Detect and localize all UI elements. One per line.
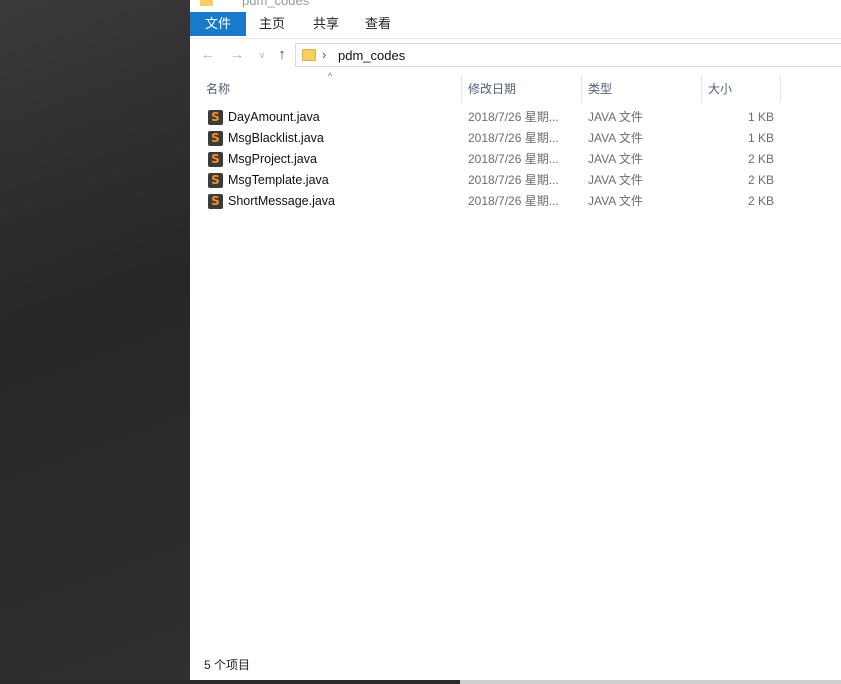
file-row[interactable]: MsgBlacklist.java 2018/7/26 星期... JAVA 文… (200, 128, 781, 149)
chevron-down-icon[interactable]: ∨ (252, 45, 272, 65)
file-list: DayAmount.java 2018/7/26 星期... JAVA 文件 1… (200, 107, 781, 212)
java-file-icon (208, 131, 223, 146)
column-header-name[interactable]: 名称 (200, 76, 462, 102)
file-row[interactable]: MsgProject.java 2018/7/26 星期... JAVA 文件 … (200, 149, 781, 170)
java-file-icon (208, 173, 223, 188)
file-date: 2018/7/26 星期... (468, 194, 559, 208)
file-size: 1 KB (747, 110, 774, 124)
file-row[interactable]: DayAmount.java 2018/7/26 星期... JAVA 文件 1… (200, 107, 781, 128)
taskbar-edge-highlight (460, 680, 841, 684)
ribbon-tabs: 文件 主页 共享 查看 (190, 12, 841, 39)
tab-file[interactable]: 文件 (190, 12, 246, 36)
tab-share[interactable]: 共享 (302, 12, 350, 36)
status-bar-item-count: 5 个项目 (204, 658, 251, 672)
file-type: JAVA 文件 (588, 173, 643, 187)
file-size: 2 KB (747, 173, 774, 187)
address-bar[interactable]: › pdm_codes (295, 43, 841, 67)
file-date: 2018/7/26 星期... (468, 152, 559, 166)
arrow-right-icon[interactable]: → (227, 45, 247, 65)
column-header-size[interactable]: 大小 (702, 76, 781, 102)
file-size: 2 KB (747, 194, 774, 208)
file-type: JAVA 文件 (588, 110, 643, 124)
file-type: JAVA 文件 (588, 152, 643, 166)
java-file-icon (208, 194, 223, 209)
column-header-type[interactable]: 类型 (582, 76, 702, 102)
taskbar-edge (0, 680, 841, 684)
title-bar: pdm_codes (190, 0, 841, 12)
navigation-row: ← → ∨ ↑ › pdm_codes (190, 39, 841, 71)
file-size: 2 KB (747, 152, 774, 166)
folder-icon (302, 49, 316, 61)
file-name: MsgTemplate.java (228, 173, 329, 187)
java-file-icon (208, 152, 223, 167)
arrow-left-icon[interactable]: ← (198, 45, 218, 65)
folder-icon (200, 0, 213, 6)
file-date: 2018/7/26 星期... (468, 131, 559, 145)
file-name: MsgBlacklist.java (228, 131, 324, 145)
file-date: 2018/7/26 星期... (468, 173, 559, 187)
file-name: ShortMessage.java (228, 194, 336, 208)
breadcrumb-separator: › (322, 47, 327, 62)
column-header: 名称 修改日期 类型 大小 (200, 76, 781, 102)
file-row[interactable]: ShortMessage.java 2018/7/26 星期... JAVA 文… (200, 191, 781, 212)
java-file-icon (208, 110, 223, 125)
file-explorer-window: pdm_codes 文件 主页 共享 查看 ← → ∨ ↑ › pdm_code… (190, 0, 841, 680)
tab-home[interactable]: 主页 (248, 12, 296, 36)
file-name: MsgProject.java (228, 152, 317, 166)
desktop-background (0, 0, 190, 684)
file-date: 2018/7/26 星期... (468, 110, 559, 124)
file-name: DayAmount.java (228, 110, 320, 124)
column-header-date[interactable]: 修改日期 (462, 76, 582, 102)
file-row[interactable]: MsgTemplate.java 2018/7/26 星期... JAVA 文件… (200, 170, 781, 191)
window-title: pdm_codes (242, 0, 310, 8)
arrow-up-icon[interactable]: ↑ (272, 45, 292, 65)
breadcrumb-path[interactable]: pdm_codes (338, 48, 405, 63)
file-size: 1 KB (747, 131, 774, 145)
file-type: JAVA 文件 (588, 194, 643, 208)
file-type: JAVA 文件 (588, 131, 643, 145)
tab-view[interactable]: 查看 (354, 12, 402, 36)
